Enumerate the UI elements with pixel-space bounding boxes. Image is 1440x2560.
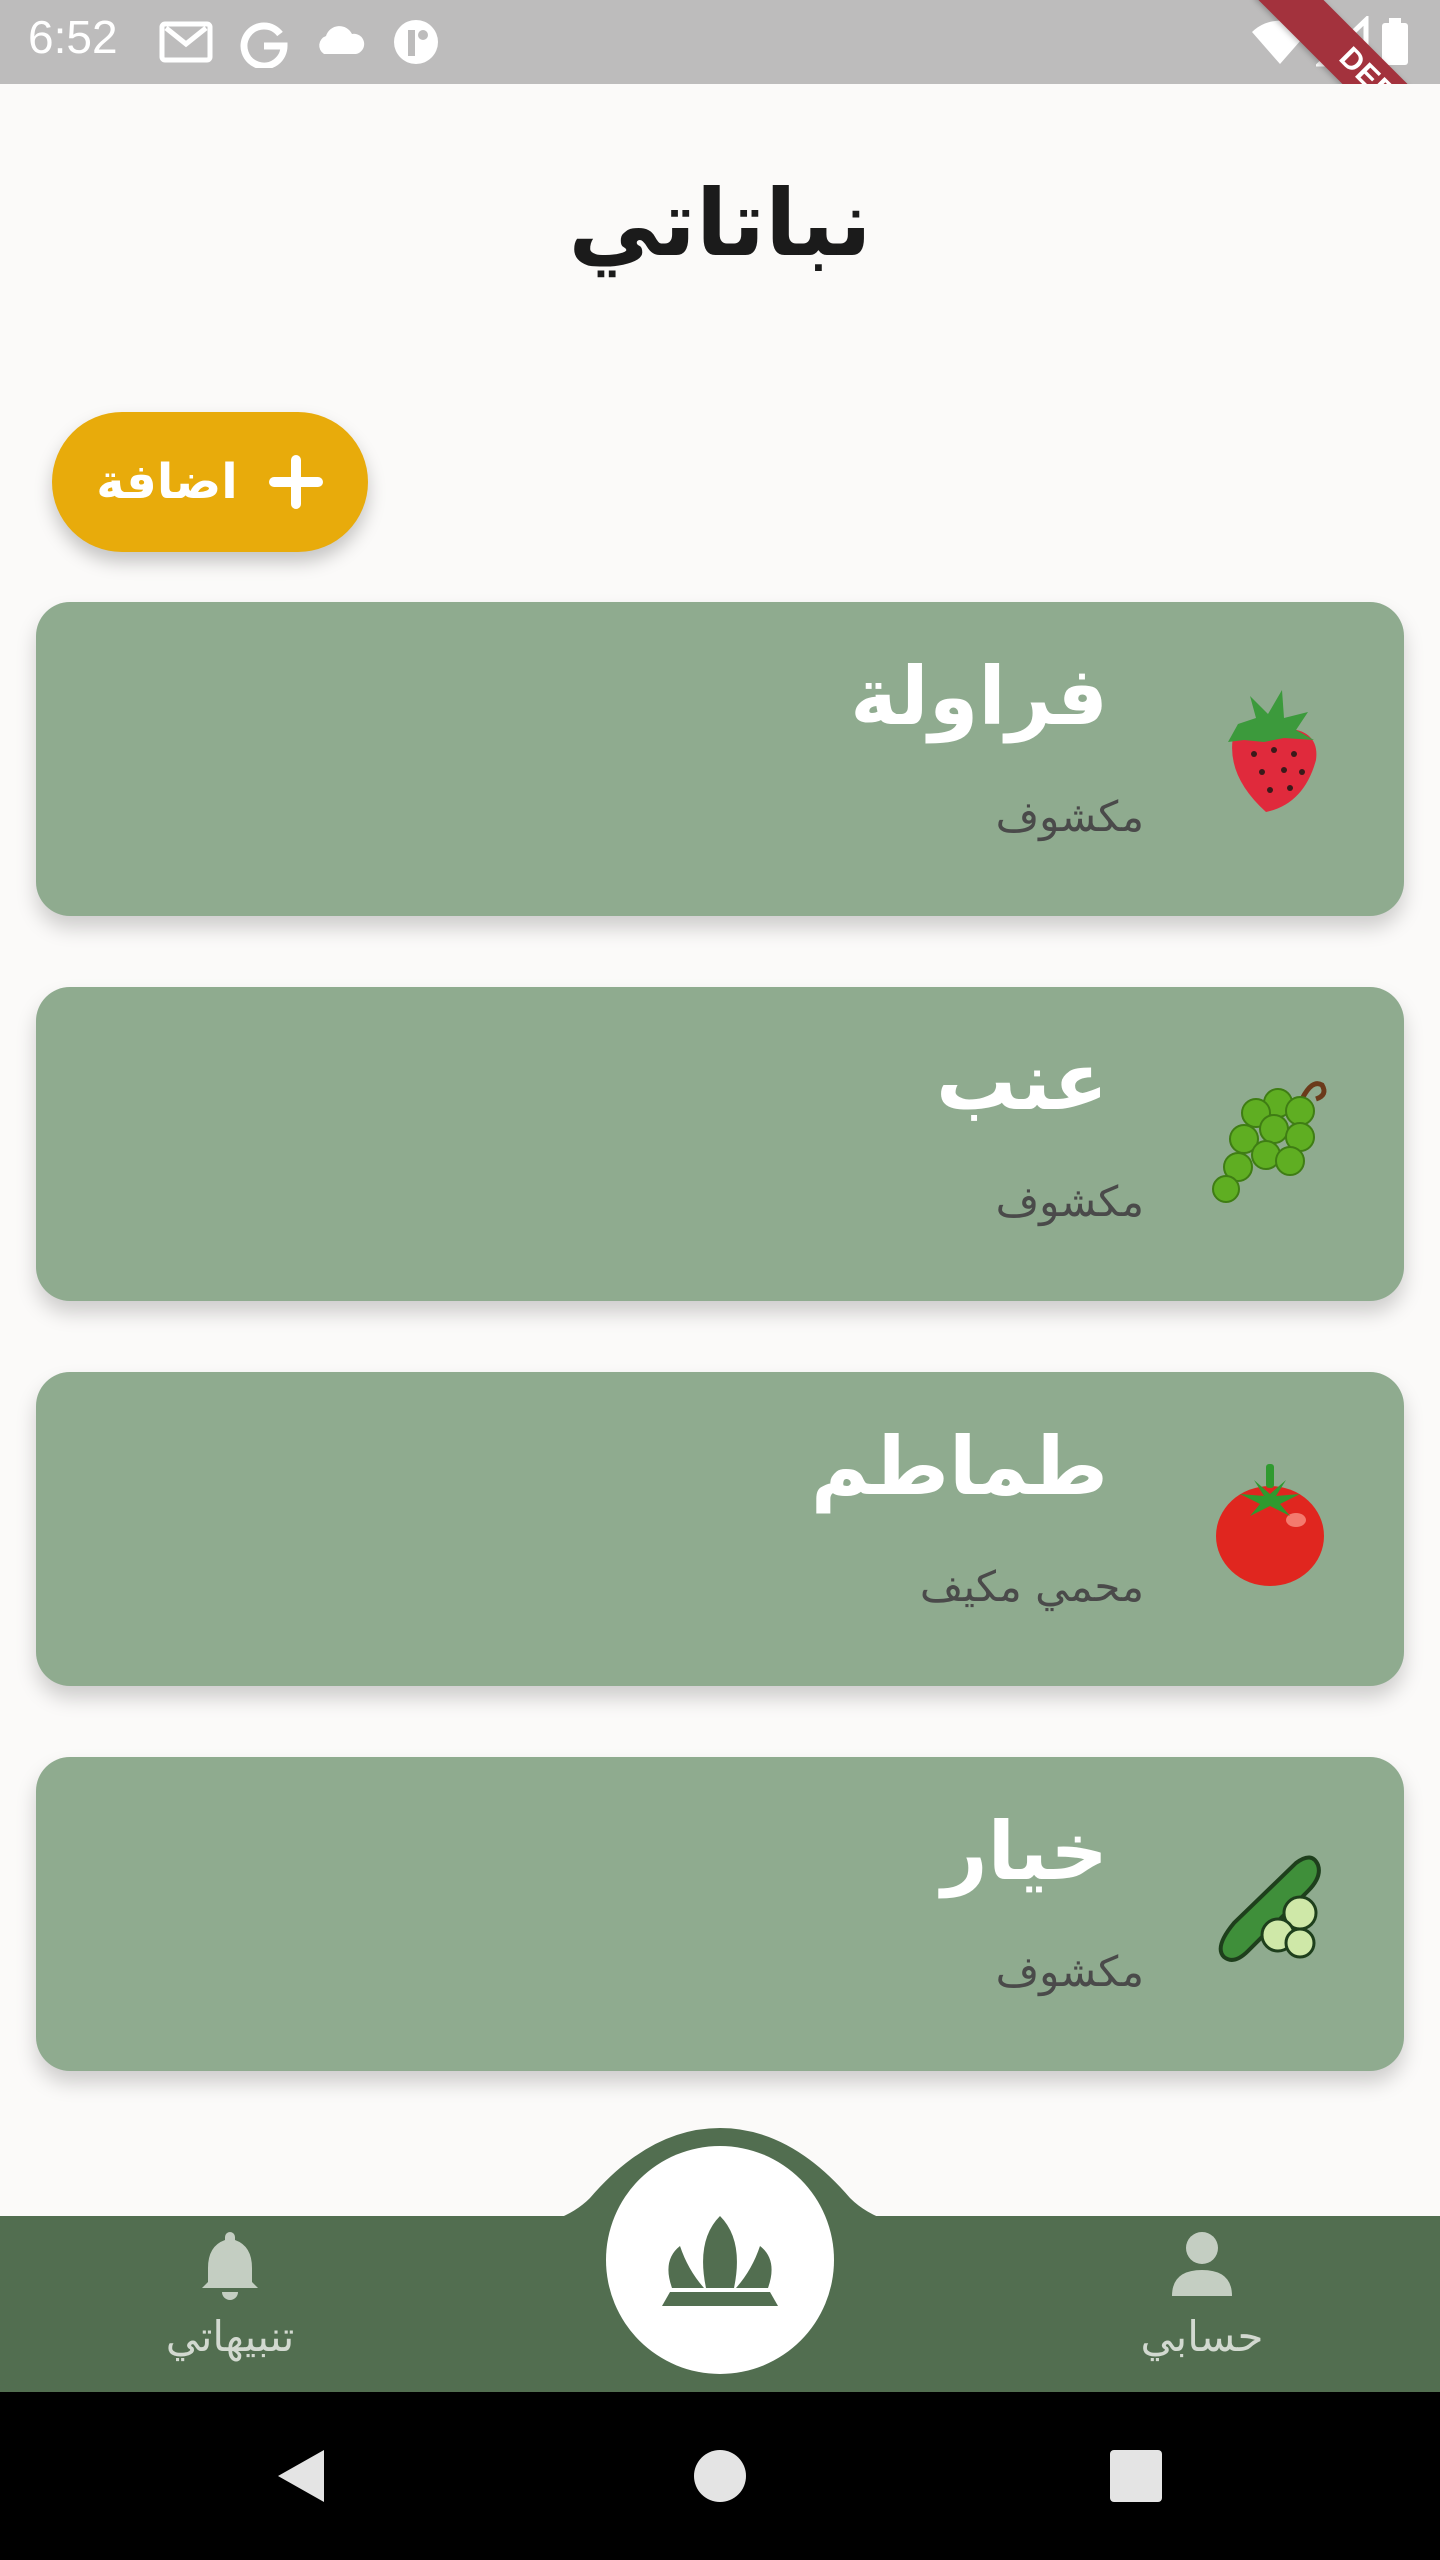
tomato-icon [1204, 1454, 1334, 1594]
person-icon [1166, 2226, 1238, 2302]
cucumber-icon [1204, 1839, 1334, 1979]
plus-icon [268, 454, 324, 510]
nav-account-label: حسابي [1140, 2312, 1264, 2361]
nav-notifications-label: تنبيهاتي [165, 2312, 295, 2361]
add-plant-button[interactable]: اضافة [52, 412, 368, 552]
plant-name: طماطم [810, 1420, 1108, 1513]
home-icon[interactable] [688, 2444, 752, 2508]
plant-card-grapes[interactable]: عنب مكشوف [36, 987, 1404, 1301]
plant-card-cucumber[interactable]: خيار مكشوف [36, 1757, 1404, 2071]
plant-status: محمي مكيف [919, 1562, 1144, 1611]
plant-status: مكشوف [995, 1177, 1144, 1226]
plant-name: خيار [941, 1805, 1108, 1898]
plant-card-strawberry[interactable]: فراولة مكشوف [36, 602, 1404, 916]
center-plant-button[interactable] [606, 2146, 834, 2374]
status-time: 6:52 [28, 11, 118, 63]
recents-icon[interactable] [1104, 2444, 1168, 2508]
strawberry-icon [1204, 684, 1334, 824]
cloud-icon [312, 16, 368, 68]
plant-status: مكشوف [995, 1947, 1144, 1996]
plant-name: عنب [936, 1035, 1108, 1128]
nav-notifications[interactable]: تنبيهاتي [100, 2226, 360, 2386]
add-button-label: اضافة [96, 454, 238, 510]
google-icon [236, 16, 292, 70]
app-icon [388, 16, 444, 68]
nav-account[interactable]: حسابي [1072, 2226, 1332, 2386]
system-navigation-bar [0, 2392, 1440, 2560]
plant-card-tomato[interactable]: طماطم محمي مكيف [36, 1372, 1404, 1686]
status-bar: 6:52 DEBUG [0, 0, 1440, 84]
grapes-icon [1204, 1069, 1334, 1209]
page-title: نباتاتي [568, 170, 872, 277]
back-icon[interactable] [270, 2444, 334, 2508]
plant-status: مكشوف [995, 792, 1144, 841]
plant-logo-icon [662, 2216, 778, 2306]
plant-name: فراولة [850, 650, 1108, 743]
gmail-icon [158, 16, 214, 68]
bell-icon [194, 2226, 266, 2302]
